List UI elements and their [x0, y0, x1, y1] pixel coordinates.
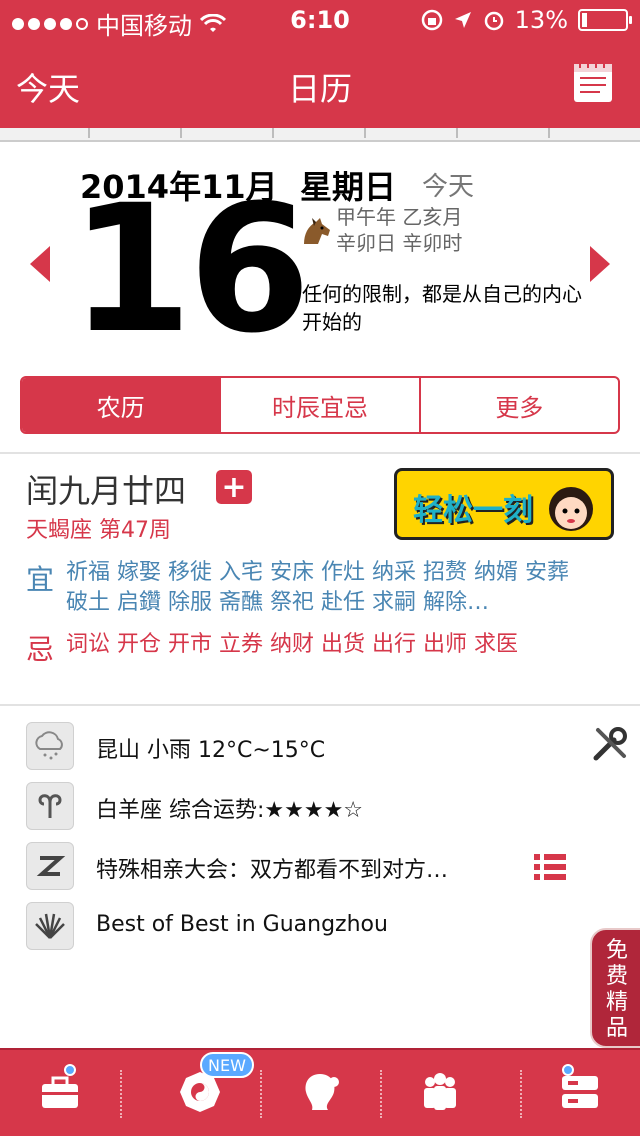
avoid-list[interactable]: 词讼 开仓 开市 立券 纳财 出货 出行 出师 求医 — [66, 630, 586, 660]
tab-toolbox[interactable] — [0, 1050, 120, 1136]
calendar-app: 中国移动 6:10 13% 今天 日历 2014年11月 星期日 今天 16 甲… — [0, 0, 640, 1136]
zhihu-z-icon — [26, 842, 74, 890]
header-ruler — [0, 128, 640, 142]
next-day-arrow[interactable] — [590, 246, 610, 282]
tools-icon[interactable] — [590, 724, 630, 764]
prev-day-arrow[interactable] — [30, 246, 50, 282]
date-panel: 2014年11月 星期日 今天 16 甲午年 乙亥月 辛卯日 辛卯时 任何的限制… — [0, 142, 640, 454]
zodiac-week: 天蝎座 第47周 — [26, 518, 171, 543]
page-title: 日历 — [287, 70, 352, 108]
tab-women[interactable] — [260, 1050, 380, 1136]
list-item-event[interactable]: Best of Best in Guangzhou — [0, 896, 640, 956]
tab-divider — [120, 1070, 122, 1118]
notification-dot — [562, 1064, 574, 1076]
banner-text: 轻松一刻 — [413, 493, 533, 528]
weather-text: 昆山 小雨 12°C~15°C — [96, 738, 326, 763]
lunar-date: 闰九月廿四 — [26, 472, 187, 510]
add-event-button[interactable]: + — [216, 470, 252, 505]
event-text: Best of Best in Guangzhou — [96, 912, 388, 937]
free-apps-tab[interactable]: 免费精品 — [590, 928, 640, 1048]
today-label: 今天 — [422, 172, 475, 202]
battery-icon — [578, 9, 632, 31]
top-bar: 中国移动 6:10 13% 今天 日历 — [0, 0, 640, 128]
tab-bar — [0, 1048, 640, 1136]
list-item-weather[interactable]: 昆山 小雨 12°C~15°C — [0, 716, 640, 776]
cartoon-girl-icon — [549, 487, 593, 531]
article-text: 特殊相亲大会：双方都看不到对方… — [96, 858, 449, 883]
toolbox-icon — [42, 1076, 78, 1108]
divider — [0, 704, 640, 706]
tab-settings[interactable] — [520, 1050, 640, 1136]
daily-quote: 任何的限制，都是从自己的内心开始的 — [302, 282, 582, 334]
day-number: 16 — [70, 167, 311, 372]
battery-percent: 13% — [514, 6, 568, 34]
rotation-lock-icon — [421, 9, 442, 31]
people-icon — [424, 1073, 456, 1110]
girl-profile-icon — [305, 1074, 339, 1110]
status-bar: 中国移动 6:10 13% — [0, 0, 640, 40]
alarm-icon — [484, 11, 503, 31]
weekday: 星期日 — [300, 168, 397, 206]
ganzhi-text: 甲午年 乙亥月 辛卯日 辛卯时 — [336, 204, 462, 256]
info-list: 昆山 小雨 12°C~15°C 白羊座 综合运势:★★★★☆ 特殊相亲大会：双方… — [0, 716, 640, 966]
suitable-label: 宜 — [26, 563, 55, 596]
location-arrow-icon — [454, 12, 471, 28]
new-badge: NEW — [200, 1052, 254, 1078]
view-segmented-control: 农历 时辰宜忌 更多 — [20, 376, 620, 434]
relax-banner[interactable]: 轻松一刻 — [394, 468, 614, 540]
list-item-horoscope[interactable]: 白羊座 综合运势:★★★★☆ — [0, 776, 640, 836]
shell-icon — [26, 902, 74, 950]
ganzhi-line-1: 甲午年 乙亥月 — [336, 205, 463, 229]
tab-hours[interactable]: 时辰宜忌 — [219, 378, 418, 432]
tab-more[interactable]: 更多 — [418, 378, 618, 432]
notification-dot — [64, 1064, 76, 1076]
list-item-article[interactable]: 特殊相亲大会：双方都看不到对方… — [0, 836, 640, 896]
horoscope-text: 白羊座 综合运势:★★★★☆ — [96, 798, 364, 823]
suitable-list[interactable]: 祈福 嫁娶 移徙 入宅 安床 作灶 纳采 招赘 纳婿 安葬 破土 启鑽 除服 斋… — [66, 558, 586, 618]
horse-icon — [304, 218, 330, 244]
aries-icon — [26, 782, 74, 830]
avoid-label: 忌 — [26, 633, 55, 666]
calendar-notes-icon[interactable] — [572, 58, 614, 104]
lunar-section: 闰九月廿四 + 天蝎座 第47周 轻松一刻 宜 祈福 嫁娶 移徙 入宅 安床 作… — [0, 454, 640, 704]
tab-community[interactable] — [380, 1050, 500, 1136]
list-icon[interactable] — [534, 852, 566, 882]
ganzhi-line-2: 辛卯日 辛卯时 — [336, 231, 463, 255]
tab-lunar[interactable]: 农历 — [22, 378, 220, 432]
status-right: 13% — [421, 6, 632, 34]
nav-bar: 今天 日历 — [0, 40, 640, 128]
cloud-rain-icon — [26, 722, 74, 770]
server-icon — [562, 1076, 598, 1108]
